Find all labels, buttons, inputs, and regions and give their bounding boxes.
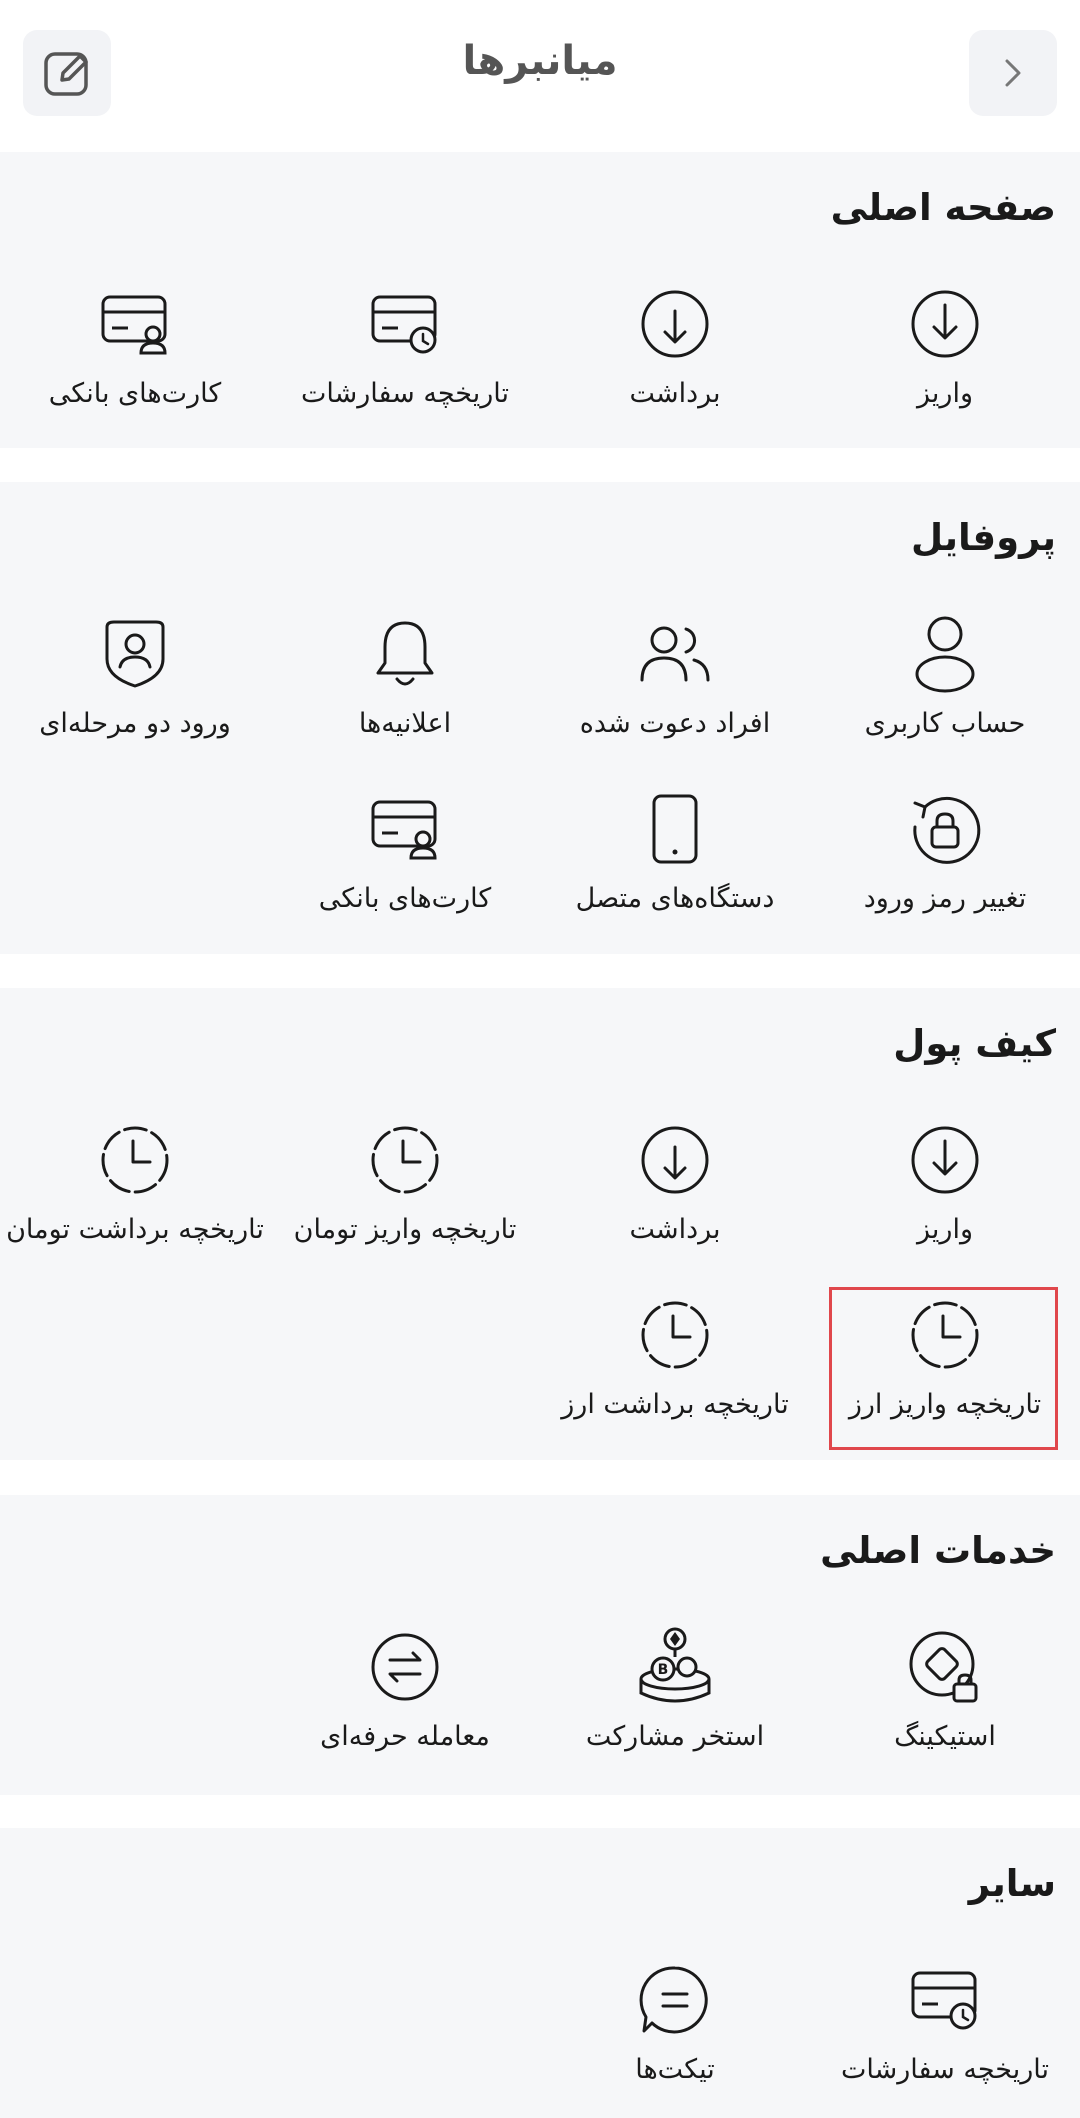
- chat-bubble-icon: [639, 1966, 708, 2034]
- shortcut-label: استخر مشارکت: [585, 1721, 765, 1752]
- shortcut-notifications[interactable]: اعلانیه‌ها: [270, 612, 540, 762]
- arrow-down-circle-icon: [641, 1126, 709, 1194]
- shortcut-label: استیکینگ: [894, 1721, 996, 1752]
- swap-arrows-icon: [371, 1633, 439, 1701]
- shortcut-label: افراد دعوت شده: [579, 708, 771, 739]
- shortcut-deposit[interactable]: واریز: [810, 282, 1080, 432]
- section-profile: پروفایل حساب کاربری افراد دعوت شده اعلان…: [0, 482, 1080, 954]
- card-clock-icon: [371, 295, 437, 354]
- shortcut-label: کارت‌های بانکی: [48, 378, 222, 409]
- shortcut-label: اعلانیه‌ها: [358, 708, 452, 739]
- shortcut-label: حساب کاربری: [864, 708, 1026, 739]
- shortcut-label: تاریخچه برداشت تومان: [6, 1214, 264, 1245]
- shortcut-crypto-withdraw-history[interactable]: تاریخچه برداشت ارز: [540, 1293, 810, 1443]
- shortcut-bank-cards[interactable]: کارت‌های بانکی: [0, 282, 270, 432]
- shortcut-label: تاریخچه واریز تومان: [293, 1214, 517, 1245]
- shortcut-two-factor[interactable]: ورود دو مرحله‌ای: [0, 612, 270, 762]
- shortcut-order-history[interactable]: تاریخچه سفارشات: [270, 282, 540, 432]
- card-clock-icon: [911, 1971, 977, 2030]
- shortcut-label: ورود دو مرحله‌ای: [39, 708, 231, 739]
- arrow-down-circle-icon: [641, 290, 709, 358]
- staking-lock-icon: [909, 1631, 978, 1703]
- chevron-right-icon: [1005, 59, 1021, 87]
- card-user-icon: [371, 800, 437, 860]
- shortcut-label: تاریخچه سفارشات: [840, 2054, 1050, 2085]
- shortcut-staking[interactable]: استیکینگ: [810, 1625, 1080, 1775]
- user-shield-icon: [105, 620, 165, 688]
- shortcut-withdraw[interactable]: برداشت: [540, 282, 810, 432]
- coin-pool-icon: B: [639, 1627, 711, 1703]
- shortcut-change-password[interactable]: تغییر رمز ورود: [810, 787, 1080, 937]
- section-main-page: صفحه اصلی واریز برداشت تاریخچه سفارشات ک…: [0, 152, 1080, 448]
- shortcut-label: تغییر رمز ورود: [863, 883, 1027, 914]
- section-title: سایر: [968, 1862, 1056, 1905]
- shortcut-tickets[interactable]: تیکت‌ها: [540, 1958, 810, 2108]
- shortcut-pro-trading[interactable]: معامله حرفه‌ای: [270, 1625, 540, 1775]
- shortcut-bank-cards-profile[interactable]: کارت‌های بانکی: [270, 787, 540, 937]
- history-clock-icon: [371, 1126, 439, 1194]
- shortcut-label: برداشت: [629, 1214, 721, 1245]
- history-clock-icon: [101, 1126, 169, 1194]
- shortcut-invited-people[interactable]: افراد دعوت شده: [540, 612, 810, 762]
- shortcut-wallet-deposit[interactable]: واریز: [810, 1118, 1080, 1268]
- back-button[interactable]: [969, 30, 1057, 116]
- page-title: میانبرها: [462, 38, 618, 84]
- shortcut-toman-deposit-history[interactable]: تاریخچه واریز تومان: [270, 1118, 540, 1268]
- section-title: کیف پول: [893, 1022, 1056, 1065]
- shortcut-label: تاریخچه برداشت ارز: [561, 1389, 789, 1420]
- section-title: خدمات اصلی: [820, 1529, 1056, 1572]
- shortcut-toman-withdraw-history[interactable]: تاریخچه برداشت تومان: [0, 1118, 270, 1268]
- card-user-icon: [101, 295, 167, 355]
- user-icon: [915, 616, 975, 693]
- shortcut-order-history-other[interactable]: تاریخچه سفارشات: [810, 1958, 1080, 2108]
- shortcut-label: تاریخچه سفارشات: [300, 378, 510, 409]
- phone-icon: [652, 794, 698, 864]
- history-clock-icon: [641, 1301, 709, 1369]
- shortcut-label: دستگاه‌های متصل: [575, 883, 775, 914]
- bell-icon: [376, 621, 434, 686]
- selection-highlight: [829, 1287, 1058, 1450]
- shortcut-connected-devices[interactable]: دستگاه‌های متصل: [540, 787, 810, 937]
- arrow-down-circle-icon: [911, 1126, 979, 1194]
- svg-text:B: B: [658, 1662, 669, 1678]
- shortcut-label: واریز: [917, 1214, 973, 1245]
- shortcut-label: تیکت‌ها: [635, 2054, 715, 2085]
- users-icon: [640, 626, 710, 682]
- arrow-down-circle-icon: [911, 290, 979, 358]
- section-main-services: خدمات اصلی استیکینگ B استخر مشارکت معامل…: [0, 1495, 1080, 1795]
- section-title: صفحه اصلی: [830, 186, 1056, 229]
- lock-reset-icon: [913, 796, 981, 864]
- top-bar: میانبرها: [0, 0, 1080, 150]
- shortcut-wallet-withdraw[interactable]: برداشت: [540, 1118, 810, 1268]
- shortcut-label: واریز: [917, 378, 973, 409]
- shortcut-user-account[interactable]: حساب کاربری: [810, 612, 1080, 762]
- section-title: پروفایل: [911, 516, 1056, 559]
- shortcut-label: برداشت: [629, 378, 721, 409]
- shortcut-liquidity-pool[interactable]: B استخر مشارکت: [540, 1625, 810, 1775]
- section-other: سایر تاریخچه سفارشات تیکت‌ها: [0, 1828, 1080, 2118]
- shortcut-label: کارت‌های بانکی: [318, 883, 492, 914]
- shortcut-label: معامله حرفه‌ای: [320, 1721, 490, 1752]
